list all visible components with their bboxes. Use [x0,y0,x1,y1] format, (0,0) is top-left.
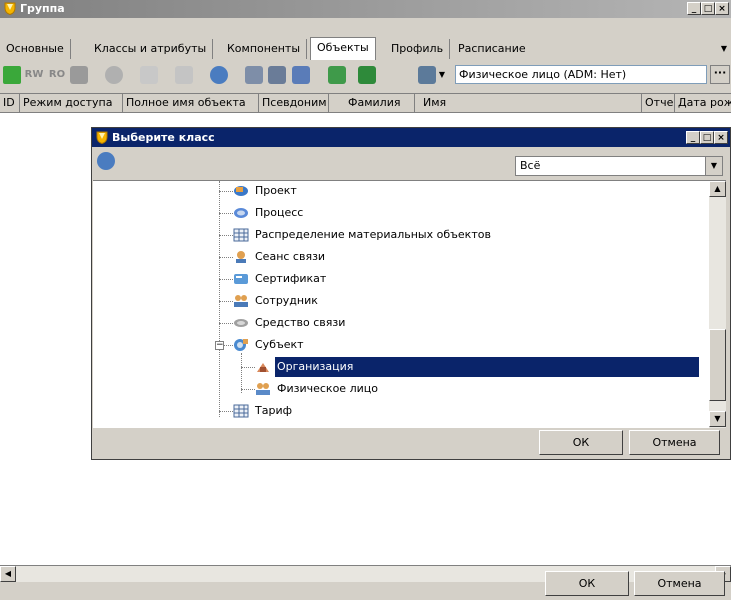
communication-icon [233,316,249,330]
dialog-maximize-button[interactable]: □ [700,131,714,144]
window-titlebar[interactable]: Группа _ □ × [0,0,731,18]
chevron-down-icon[interactable]: ▼ [705,157,722,175]
column-id[interactable]: ID [0,94,20,112]
select-class-dialog: Выберите класс _ □ × Всё ▼ Проект Процес… [91,127,731,460]
scroll-thumb[interactable] [709,329,726,401]
dialog-titlebar[interactable]: Выберите класс _ □ × [92,128,730,147]
column-surname[interactable]: Фамилия [345,94,415,112]
column-full-name[interactable]: Полное имя объекта [123,94,259,112]
refresh-icon[interactable] [210,66,228,84]
process-icon [233,206,249,220]
person-icon [255,382,271,396]
maximize-button[interactable]: □ [701,2,715,15]
object-filter-field[interactable]: Физическое лицо (ADM: Нет) [455,65,707,84]
cancel-button[interactable]: Отмена [634,571,725,596]
fit-columns-icon[interactable] [292,66,310,84]
class-filter-value: Всё [520,159,541,172]
tab-components[interactable]: Компоненты [221,39,308,59]
chart-icon[interactable] [418,66,436,84]
ro-button[interactable]: RO [46,65,68,85]
list-icon[interactable] [245,66,263,84]
shield-logo-icon [96,131,108,144]
class-filter-select[interactable]: Всё ▼ [515,156,723,176]
delete-icon[interactable] [70,66,88,84]
export-excel-icon[interactable] [328,66,346,84]
more-button[interactable]: ··· [710,65,730,84]
grid-header: ID Режим доступа Полное имя объекта Псев… [0,93,731,113]
ok-button[interactable]: ОК [545,571,629,596]
column-name[interactable]: Имя [420,94,642,112]
scroll-left-icon[interactable]: ◀ [0,566,16,582]
session-icon [233,250,249,264]
group-window: Группа _ □ × Основные Классы и атрибуты … [0,0,731,600]
column-birth-date[interactable]: Дата рождения [675,94,731,112]
dialog-minimize-button[interactable]: _ [686,131,700,144]
table-icon [233,228,249,242]
window-title: Группа [20,2,65,15]
minimize-button[interactable]: _ [687,2,701,15]
tab-main[interactable]: Основные [0,39,71,59]
shield-logo-icon [4,2,16,15]
rw-button[interactable]: RW [23,65,45,85]
excel-icon[interactable] [358,66,376,84]
tab-schedule[interactable]: Расписание [452,39,532,59]
chart-dropdown-icon[interactable]: ▼ [437,65,447,85]
tab-objects[interactable]: Объекты [310,37,376,60]
class-tree[interactable]: Проект Процесс Распределение материальны… [93,180,709,428]
organization-icon [255,360,271,374]
dialog-close-button[interactable]: × [714,131,728,144]
collapse-icon[interactable]: − [215,341,224,350]
table-icon [233,404,249,418]
tab-strip: Основные Классы и атрибуты Компоненты Об… [0,37,731,61]
tabs-overflow-icon[interactable]: ▼ [721,44,727,53]
project-icon [233,184,249,198]
copy-icon[interactable] [175,66,193,84]
dialog-ok-button[interactable]: ОК [539,430,623,455]
tab-profile[interactable]: Профиль [385,39,451,59]
tab-classes-attributes[interactable]: Классы и атрибуты [88,39,214,59]
certificate-icon [233,272,249,286]
clear-filter-icon[interactable] [140,66,158,84]
subject-icon [233,338,249,352]
column-patronymic[interactable]: Отчество [642,94,675,112]
columns-icon[interactable] [268,66,286,84]
column-alias[interactable]: Псевдоним [259,94,329,112]
dialog-title: Выберите класс [112,131,215,144]
column-access-mode[interactable]: Режим доступа [20,94,123,112]
refresh-icon[interactable] [97,152,115,170]
dialog-cancel-button[interactable]: Отмена [629,430,720,455]
filter-icon[interactable] [105,66,123,84]
scroll-up-icon[interactable]: ▲ [709,181,726,197]
tree-vertical-scrollbar[interactable]: ▲ ▼ [709,180,726,428]
close-button[interactable]: × [715,2,729,15]
employee-icon [233,294,249,308]
add-icon[interactable] [3,66,21,84]
scroll-down-icon[interactable]: ▼ [709,411,726,427]
